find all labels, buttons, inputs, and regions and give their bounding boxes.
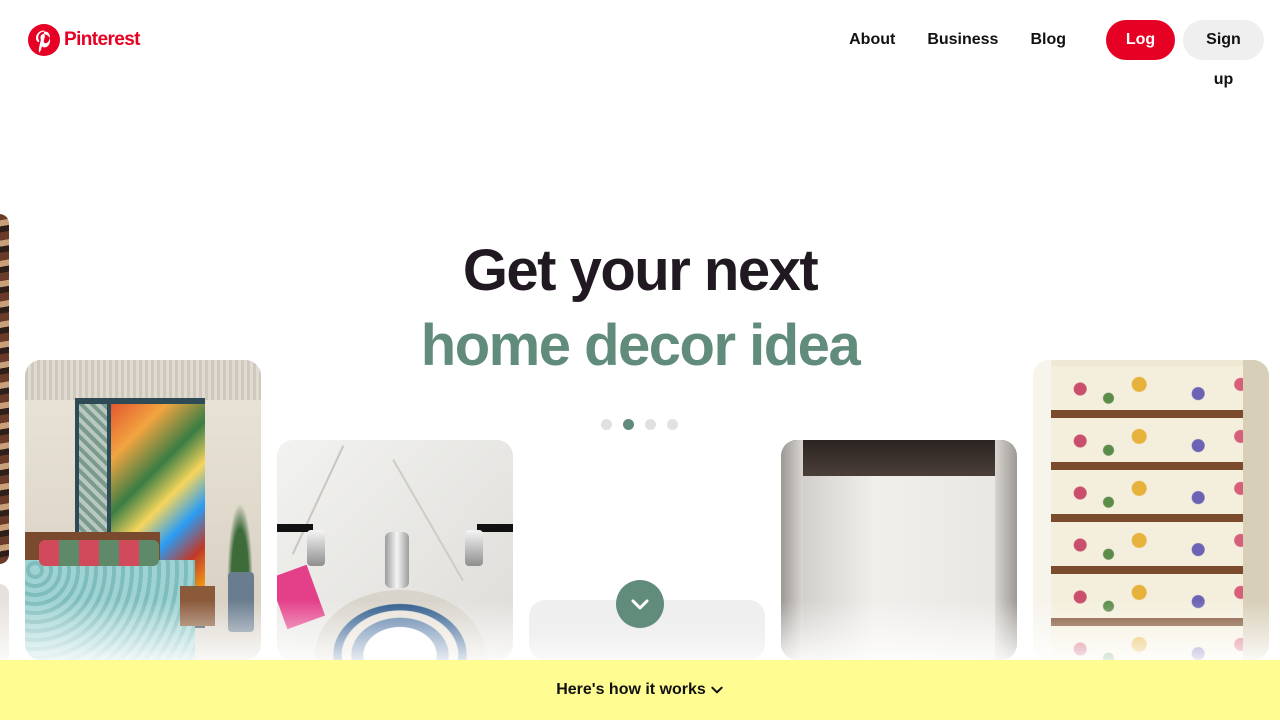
pin-image-bedroom[interactable] bbox=[25, 360, 261, 660]
chevron-down-icon bbox=[710, 683, 724, 697]
pin-image-partial-left-lower bbox=[0, 584, 9, 664]
carousel-indicator bbox=[601, 419, 689, 430]
site-header: Pinterest About Business Blog Log in Sig… bbox=[0, 0, 1280, 88]
carousel-dot-2[interactable] bbox=[623, 419, 634, 430]
pinterest-logo-icon bbox=[28, 24, 60, 56]
chevron-down-icon bbox=[631, 599, 649, 610]
pin-image-white-room[interactable] bbox=[781, 440, 1017, 660]
login-button[interactable]: Log in bbox=[1106, 20, 1175, 88]
nav-about-link[interactable]: About bbox=[849, 20, 895, 60]
pin-image-bathroom-sink[interactable] bbox=[277, 440, 513, 660]
carousel-dot-1[interactable] bbox=[601, 419, 612, 430]
hero-headline: Get your next bbox=[462, 238, 819, 303]
carousel-dot-4[interactable] bbox=[667, 419, 678, 430]
how-it-works-banner[interactable]: Here's how it works bbox=[0, 660, 1280, 720]
pin-image-floral-stairs[interactable] bbox=[1033, 360, 1269, 660]
pinterest-logo[interactable]: Pinterest bbox=[28, 24, 141, 56]
hero-subheadline: home decor idea bbox=[420, 313, 861, 378]
scroll-down-button[interactable] bbox=[616, 580, 664, 628]
how-it-works-label: Here's how it works bbox=[556, 681, 706, 698]
signup-button[interactable]: Sign up bbox=[1183, 20, 1264, 88]
top-nav: About Business Blog Log in Sign up bbox=[849, 20, 1264, 88]
brand-name: Pinterest bbox=[64, 29, 141, 50]
nav-blog-link[interactable]: Blog bbox=[1030, 20, 1066, 60]
nav-business-link[interactable]: Business bbox=[927, 20, 998, 60]
carousel-dot-3[interactable] bbox=[645, 419, 656, 430]
